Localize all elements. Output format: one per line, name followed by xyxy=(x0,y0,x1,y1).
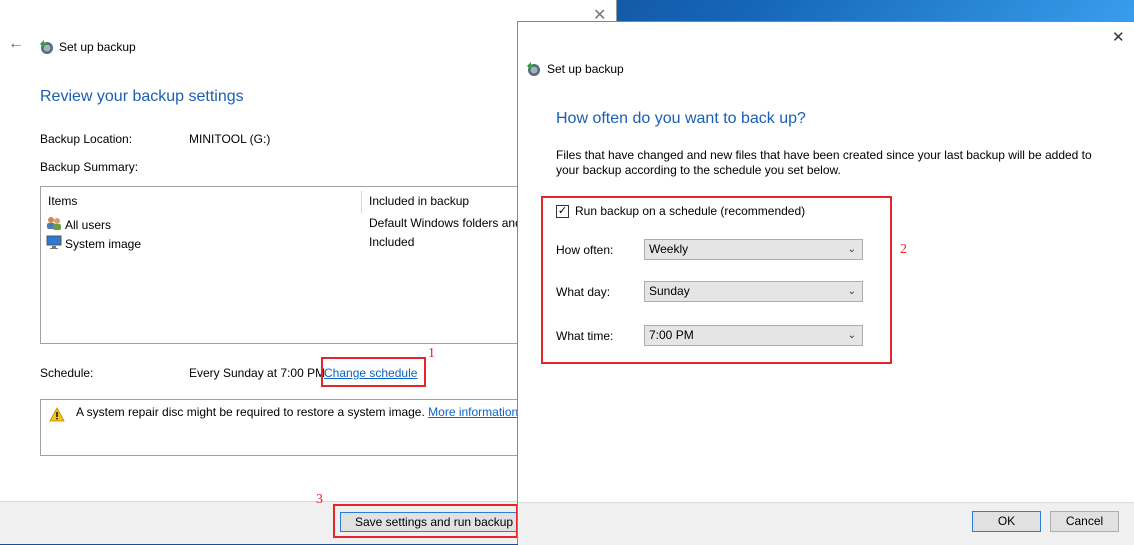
annotation-box-3 xyxy=(333,504,518,538)
backup-summary-label: Backup Summary: xyxy=(40,160,139,174)
back-arrow-icon[interactable]: ← xyxy=(8,36,24,52)
backup-icon xyxy=(38,39,54,55)
row-name: System image xyxy=(65,236,142,251)
users-icon xyxy=(46,215,62,234)
column-header-items[interactable]: Items xyxy=(48,194,77,208)
dialog-footer xyxy=(518,502,1134,545)
monitor-icon xyxy=(46,234,62,253)
row-value: Default Windows folders and xyxy=(369,216,522,230)
window-title-text: Set up backup xyxy=(59,40,136,54)
annotation-box-1 xyxy=(321,357,426,387)
warning-icon xyxy=(49,407,65,425)
backup-location-label: Backup Location: xyxy=(40,132,133,146)
backup-location-value: MINITOOL (G:) xyxy=(189,132,271,146)
dialog-title-text: Set up backup xyxy=(547,62,624,76)
page-title: Review your backup settings xyxy=(40,88,244,105)
more-information-link[interactable]: More information xyxy=(428,405,518,419)
schedule-value: Every Sunday at 7:00 PM xyxy=(189,366,326,380)
ok-button[interactable]: OK xyxy=(972,511,1041,532)
warning-text: A system repair disc might be required t… xyxy=(76,405,425,419)
warning-message: A system repair disc might be required t… xyxy=(76,405,518,419)
column-header-included[interactable]: Included in backup xyxy=(369,194,469,208)
annotation-number-3: 3 xyxy=(316,492,323,507)
dialog-title: Set up backup xyxy=(525,61,624,77)
table-row[interactable]: System image xyxy=(46,234,141,253)
annotation-number-1: 1 xyxy=(428,346,435,361)
column-divider[interactable] xyxy=(361,191,362,213)
annotation-number-2: 2 xyxy=(900,242,907,257)
dialog-heading: How often do you want to back up? xyxy=(556,110,806,127)
dialog-description: Files that have changed and new files th… xyxy=(556,148,1092,177)
cancel-button[interactable]: Cancel xyxy=(1050,511,1119,532)
table-row[interactable]: All users xyxy=(46,215,111,234)
schedule-label: Schedule: xyxy=(40,366,94,380)
dialog-close-icon[interactable]: ✕ xyxy=(1112,30,1125,45)
window-title: Set up backup xyxy=(38,39,136,55)
row-name: All users xyxy=(65,217,112,232)
row-value: Included xyxy=(369,235,415,249)
backup-icon xyxy=(525,61,541,77)
annotation-box-2 xyxy=(541,196,892,364)
